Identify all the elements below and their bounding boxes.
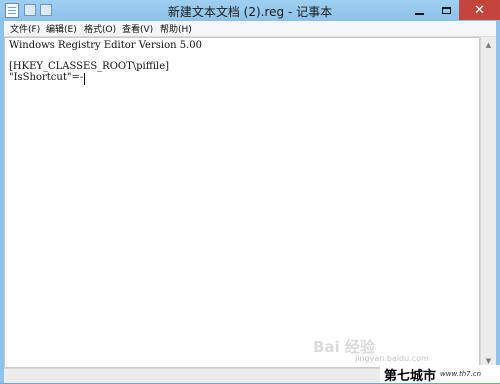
menu-edit[interactable]: 编辑(E) xyxy=(46,22,77,35)
window-title: 新建文本文档 (2).reg - 记事本 xyxy=(167,5,333,19)
text-editor[interactable]: Windows Registry Editor Version 5.00 [HK… xyxy=(4,37,480,368)
close-button[interactable]: ✕ xyxy=(459,0,500,20)
undo-quick-icon[interactable] xyxy=(40,4,52,16)
close-icon: ✕ xyxy=(474,2,485,18)
brand-name: 第七城市 xyxy=(384,368,437,384)
editor-line-4: "IsShortcut"=- xyxy=(9,72,84,83)
maximize-button[interactable] xyxy=(433,0,459,20)
title-bar[interactable]: 新建文本文档 (2).reg - 记事本 ✕ xyxy=(0,0,500,22)
brand-url: www.th7.cn xyxy=(440,370,482,378)
menu-bar: 文件(F) 编辑(E) 格式(O) 查看(V) 帮助(H) xyxy=(4,21,496,37)
editor-line-1: Windows Registry Editor Version 5.00 xyxy=(9,40,202,51)
menu-file[interactable]: 文件(F) xyxy=(10,22,40,35)
menu-help[interactable]: 帮助(H) xyxy=(160,22,192,35)
minimize-icon xyxy=(415,13,424,15)
vertical-scrollbar[interactable]: ▲ ▼ xyxy=(480,37,496,368)
menu-format[interactable]: 格式(O) xyxy=(84,22,116,35)
editor-line-3: [HKEY_CLASSES_ROOT\piffile] xyxy=(9,61,170,72)
notepad-icon[interactable] xyxy=(5,3,19,18)
maximize-icon xyxy=(441,6,451,14)
site-brand-badge: 第七城市 www.th7.cn xyxy=(380,365,500,384)
scroll-up-icon[interactable]: ▲ xyxy=(483,39,494,50)
save-quick-icon[interactable] xyxy=(24,4,36,16)
watermark-url: jingyan.baidu.com xyxy=(355,354,429,363)
text-caret xyxy=(84,73,85,85)
notepad-window: 新建文本文档 (2).reg - 记事本 ✕ 文件(F) 编辑(E) 格式(O)… xyxy=(0,0,500,384)
menu-view[interactable]: 查看(V) xyxy=(122,22,153,35)
minimize-button[interactable] xyxy=(406,0,433,20)
